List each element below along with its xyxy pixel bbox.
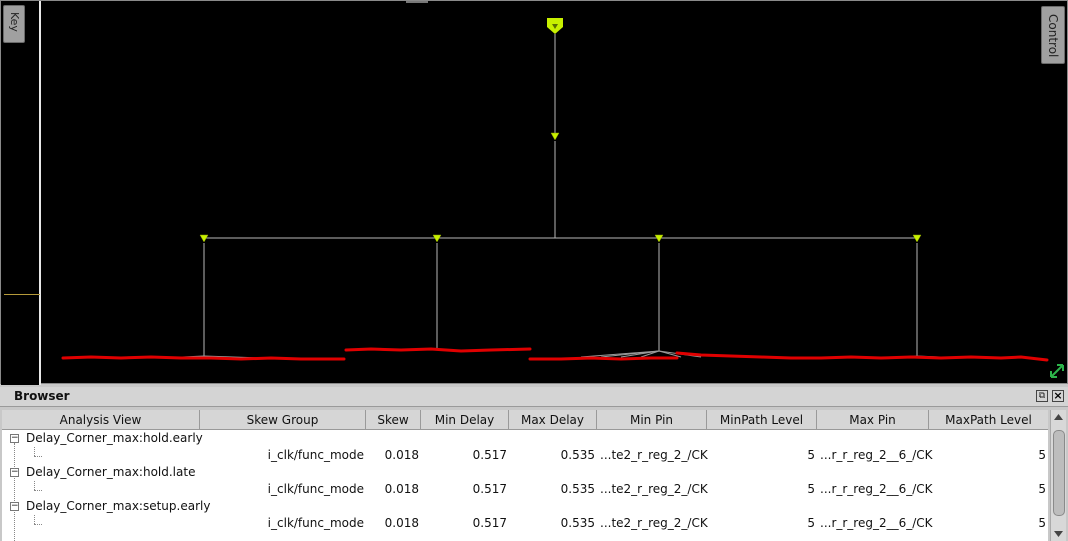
column-header-analysis-view[interactable]: Analysis View — [2, 410, 200, 430]
table-row[interactable]: i_clk/func_mode 0.018 0.517 0.535 ...te2… — [2, 481, 1048, 498]
skew-group-cell: i_clk/func_mode — [267, 516, 364, 530]
analysis-view-label: Delay_Corner_max:hold.early — [26, 431, 203, 445]
skew-cell: 0.018 — [384, 516, 419, 530]
max-delay-cell: 0.535 — [560, 448, 595, 462]
collapse-icon[interactable]: − — [10, 468, 19, 477]
sink-bar-group-2[interactable] — [344, 347, 532, 353]
column-header-min-pin[interactable]: Min Pin — [597, 410, 707, 430]
min-pin-cell: ...te2_r_reg_2_/CK — [600, 448, 708, 462]
skew-cell: 0.018 — [384, 448, 419, 462]
clock-tree-canvas[interactable]: Key Control — [0, 0, 1068, 385]
max-pin-cell: ...r_r_reg_2__6_/CK — [820, 516, 933, 530]
analysis-view-label: Delay_Corner_max:setup.early — [26, 499, 211, 513]
column-header-maxpath-level[interactable]: MaxPath Level — [929, 410, 1048, 430]
minpath-level-cell: 5 — [807, 482, 815, 496]
column-header-max-pin[interactable]: Max Pin — [817, 410, 929, 430]
close-icon[interactable]: × — [1052, 390, 1064, 402]
column-header-min-delay[interactable]: Min Delay — [421, 410, 509, 430]
clock-wires — [203, 34, 918, 356]
tree-group-row[interactable]: − Delay_Corner_max:hold.early — [2, 430, 1048, 447]
browser-table: Analysis View Skew Group Skew Min Delay … — [2, 410, 1048, 541]
column-header-skew-group[interactable]: Skew Group — [200, 410, 366, 430]
min-pin-cell: ...te2_r_reg_2_/CK — [600, 482, 708, 496]
restore-icon[interactable]: ⧉ — [1036, 390, 1048, 402]
scroll-down-icon[interactable] — [1053, 529, 1064, 539]
browser-panel: Browser ⧉ × Analysis View Skew Group Ske… — [0, 387, 1068, 541]
zoom-fit-icon[interactable] — [1049, 363, 1065, 379]
min-delay-cell: 0.517 — [472, 448, 507, 462]
tree-group-row[interactable]: − Delay_Corner_max:setup.early — [2, 498, 1048, 515]
scroll-thumb[interactable] — [1053, 430, 1065, 516]
maxpath-level-cell: 5 — [1038, 516, 1046, 530]
browser-title: Browser — [14, 389, 70, 403]
table-row[interactable]: i_clk/func_mode 0.018 0.517 0.535 ...te2… — [2, 447, 1048, 464]
column-header-max-delay[interactable]: Max Delay — [509, 410, 597, 430]
browser-title-bar: Browser ⧉ × — [0, 387, 1068, 407]
clock-root-icon[interactable] — [547, 18, 563, 34]
sink-bar-group-4[interactable] — [675, 351, 1049, 362]
min-delay-cell: 0.517 — [472, 482, 507, 496]
ccopt-clock-tree-debugger-window: Key Control Browser ⧉ × Analysis View Sk… — [0, 0, 1068, 541]
analysis-view-label: Delay_Corner_max:hold.late — [26, 465, 196, 479]
collapse-icon[interactable]: − — [10, 434, 19, 443]
min-delay-cell: 0.517 — [472, 516, 507, 530]
sink-bar-group-3[interactable] — [528, 356, 679, 361]
sink-bar-group-1[interactable] — [61, 355, 346, 361]
tree-group-row[interactable]: − Delay_Corner_max:hold.late — [2, 464, 1048, 481]
skew-group-cell: i_clk/func_mode — [267, 448, 364, 462]
max-delay-cell: 0.535 — [560, 482, 595, 496]
vertical-scrollbar[interactable] — [1050, 410, 1066, 541]
control-tab-label: Control — [1046, 14, 1060, 58]
table-row[interactable]: i_clk/func_mode 0.018 0.517 0.535 ...te2… — [2, 515, 1048, 532]
column-header-minpath-level[interactable]: MinPath Level — [707, 410, 817, 430]
maxpath-level-cell: 5 — [1038, 448, 1046, 462]
skew-cell: 0.018 — [384, 482, 419, 496]
table-header: Analysis View Skew Group Skew Min Delay … — [2, 410, 1048, 430]
control-tab[interactable]: Control — [1041, 6, 1065, 64]
column-header-skew[interactable]: Skew — [366, 410, 421, 430]
max-delay-cell: 0.535 — [560, 516, 595, 530]
sink-registers — [61, 347, 1049, 362]
scroll-up-icon[interactable] — [1053, 412, 1064, 422]
maxpath-level-cell: 5 — [1038, 482, 1046, 496]
max-pin-cell: ...r_r_reg_2__6_/CK — [820, 448, 933, 462]
minpath-level-cell: 5 — [807, 448, 815, 462]
max-pin-cell: ...r_r_reg_2__6_/CK — [820, 482, 933, 496]
minpath-level-cell: 5 — [807, 516, 815, 530]
buffer-triangle-icon[interactable] — [550, 132, 560, 141]
clock-tree-drawing — [61, 18, 1049, 362]
min-pin-cell: ...te2_r_reg_2_/CK — [600, 516, 708, 530]
collapse-icon[interactable]: − — [10, 502, 19, 511]
skew-group-cell: i_clk/func_mode — [267, 482, 364, 496]
